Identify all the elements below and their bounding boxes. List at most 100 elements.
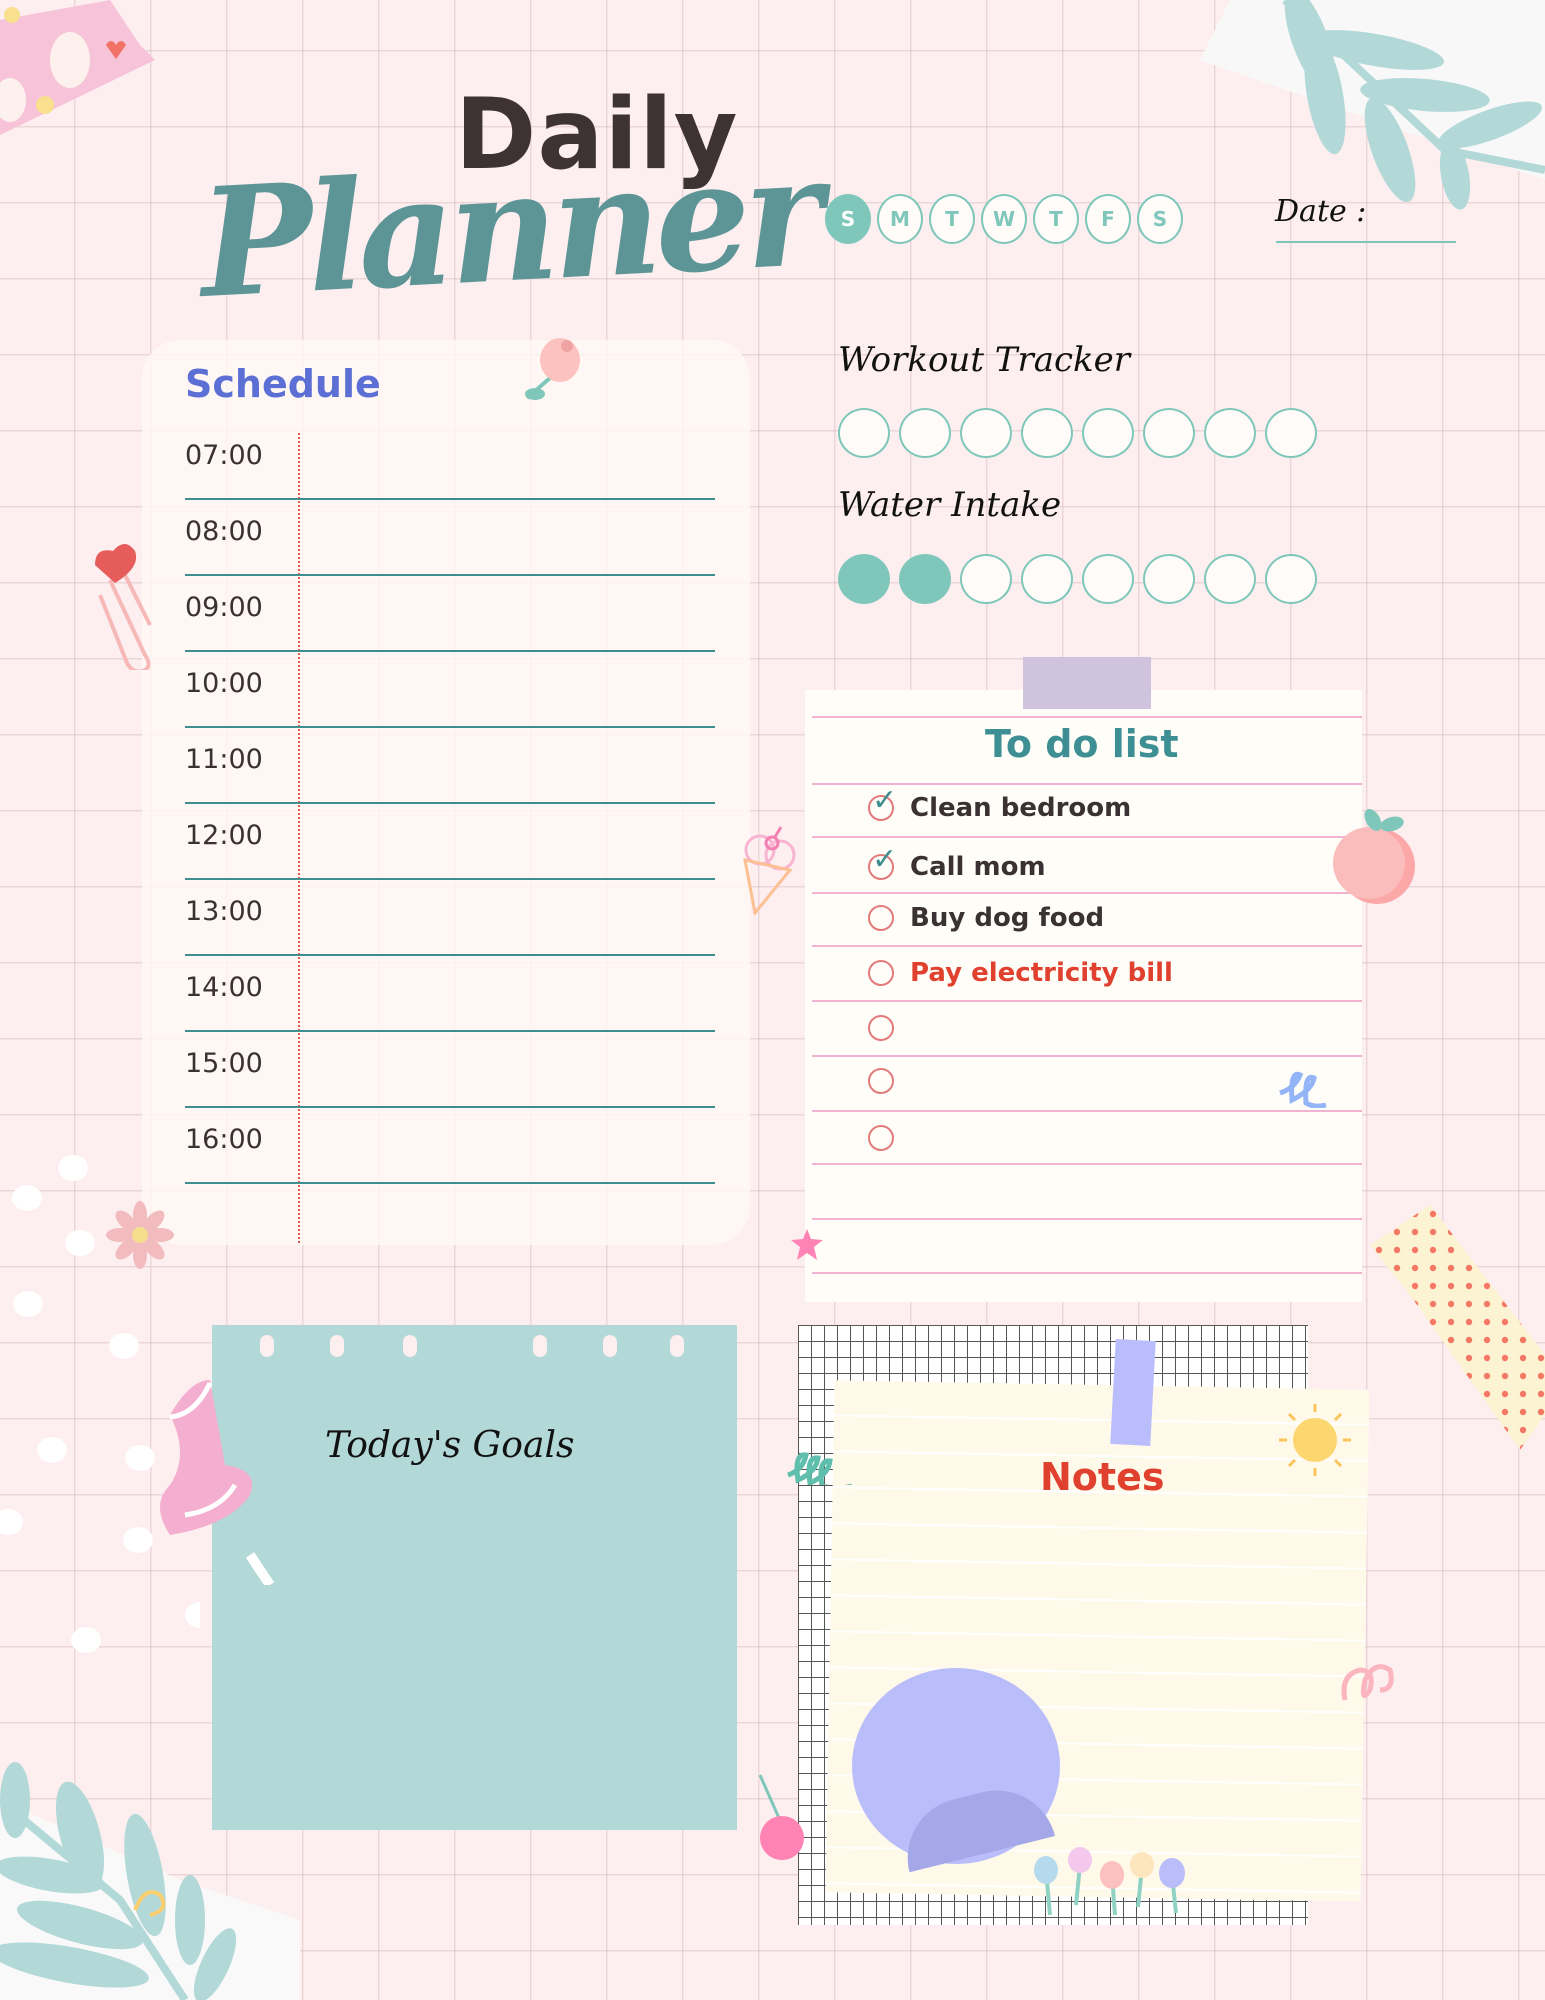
slot-line [185, 726, 715, 728]
schedule-slot[interactable]: 12:00 [185, 820, 715, 880]
schedule-card [142, 340, 750, 1245]
day-tuesday[interactable]: T [929, 194, 975, 244]
unchecked-checkbox-icon[interactable] [868, 1015, 894, 1041]
tulip-icon [525, 338, 580, 400]
unchecked-checkbox-icon[interactable] [868, 1068, 894, 1094]
ruled-line [812, 836, 1362, 838]
todo-item[interactable]: ✓ Clean bedroom [868, 783, 1132, 823]
binder-hole [603, 1335, 617, 1357]
water-glass-checkbox[interactable] [960, 554, 1012, 604]
water-glass-checkbox[interactable] [899, 554, 951, 604]
weekday-selector: S M T W T F S [825, 194, 1183, 244]
sun-icon [1279, 1404, 1351, 1476]
pushpin-icon [160, 1380, 275, 1585]
slot-line [185, 1030, 715, 1032]
star-icon [791, 1229, 823, 1260]
top-right-leaf-decoration [1200, 0, 1545, 210]
todo-item-text: Call mom [910, 852, 1046, 882]
ruled-line [812, 1218, 1362, 1220]
todo-item-text: Buy dog food [910, 903, 1105, 933]
title-planner: Planner [195, 123, 822, 333]
slot-line [185, 802, 715, 804]
goals-title: Today's Goals [325, 1425, 575, 1466]
water-glass-checkbox[interactable] [1143, 554, 1195, 604]
day-saturday[interactable]: S [1137, 194, 1183, 244]
slot-line [185, 954, 715, 956]
unchecked-checkbox-icon[interactable] [868, 1125, 894, 1151]
day-thursday[interactable]: T [1033, 194, 1079, 244]
washi-tape [1023, 657, 1151, 709]
binder-hole [260, 1335, 274, 1357]
ruled-line [812, 1055, 1362, 1057]
workout-tracker-circles [838, 408, 1317, 458]
schedule-slot[interactable]: 11:00 [185, 744, 715, 804]
slot-time: 14:00 [185, 972, 263, 1003]
workout-checkbox[interactable] [838, 408, 890, 458]
todo-item[interactable] [868, 1125, 910, 1151]
water-glass-checkbox[interactable] [1021, 554, 1073, 604]
slot-time: 15:00 [185, 1048, 263, 1079]
water-glass-checkbox[interactable] [1204, 554, 1256, 604]
slot-line [185, 574, 715, 576]
schedule-slot[interactable]: 10:00 [185, 668, 715, 728]
schedule-slot[interactable]: 16:00 [185, 1124, 715, 1184]
ruled-line [812, 1110, 1362, 1112]
slot-line [185, 1182, 715, 1184]
tulips-icon [1034, 1847, 1185, 1916]
todo-item-text: Pay electricity bill [910, 958, 1173, 988]
day-monday[interactable]: M [877, 194, 923, 244]
cherry-icon [758, 1774, 804, 1860]
schedule-slot[interactable]: 13:00 [185, 896, 715, 956]
todo-item-text: Clean bedroom [910, 793, 1132, 823]
workout-checkbox[interactable] [1021, 408, 1073, 458]
todo-item[interactable]: ✓ Call mom [868, 842, 1046, 882]
slot-line [185, 878, 715, 880]
unchecked-checkbox-icon[interactable] [868, 960, 894, 986]
todo-item[interactable]: Pay electricity bill [868, 958, 1173, 988]
todo-item[interactable] [868, 1068, 910, 1094]
workout-checkbox[interactable] [899, 408, 951, 458]
day-wednesday[interactable]: W [981, 194, 1027, 244]
ruled-line [812, 1272, 1362, 1274]
checkmark-icon: ✓ [872, 842, 898, 877]
slot-time: 08:00 [185, 516, 263, 547]
binder-hole [403, 1335, 417, 1357]
workout-checkbox[interactable] [960, 408, 1012, 458]
schedule-slot[interactable]: 15:00 [185, 1048, 715, 1108]
slot-line [185, 650, 715, 652]
slot-line [185, 498, 715, 500]
unchecked-checkbox-icon[interactable] [868, 905, 894, 931]
workout-checkbox[interactable] [1082, 408, 1134, 458]
checkmark-icon: ✓ [872, 783, 898, 818]
water-glass-checkbox[interactable] [1082, 554, 1134, 604]
schedule-slot[interactable]: 07:00 [185, 440, 715, 500]
todo-title: To do list [985, 722, 1179, 766]
day-sunday[interactable]: S [825, 194, 871, 244]
date-field[interactable] [1276, 241, 1456, 243]
workout-checkbox[interactable] [1143, 408, 1195, 458]
workout-checkbox[interactable] [1204, 408, 1256, 458]
workout-tracker-title: Workout Tracker [838, 340, 1131, 380]
ruled-line [812, 1163, 1362, 1165]
schedule-slot[interactable]: 08:00 [185, 516, 715, 576]
slot-line [185, 1106, 715, 1108]
workout-checkbox[interactable] [1265, 408, 1317, 458]
slot-time: 12:00 [185, 820, 263, 851]
squiggle-icon [1279, 1071, 1327, 1108]
schedule-slot[interactable]: 09:00 [185, 592, 715, 652]
notes-title: Notes [1040, 1455, 1165, 1499]
schedule-title: Schedule [185, 362, 381, 406]
slot-time: 16:00 [185, 1124, 263, 1155]
checked-checkbox-icon[interactable]: ✓ [868, 783, 897, 821]
schedule-slot[interactable]: 14:00 [185, 972, 715, 1032]
ruled-line [812, 1000, 1362, 1002]
day-friday[interactable]: F [1085, 194, 1131, 244]
water-glass-checkbox[interactable] [838, 554, 890, 604]
water-intake-circles [838, 554, 1317, 604]
checked-checkbox-icon[interactable]: ✓ [868, 842, 897, 880]
water-glass-checkbox[interactable] [1265, 554, 1317, 604]
todo-item[interactable]: Buy dog food [868, 903, 1104, 933]
todo-item[interactable] [868, 1015, 910, 1041]
washi-tape [1110, 1339, 1156, 1446]
slot-time: 11:00 [185, 744, 263, 775]
